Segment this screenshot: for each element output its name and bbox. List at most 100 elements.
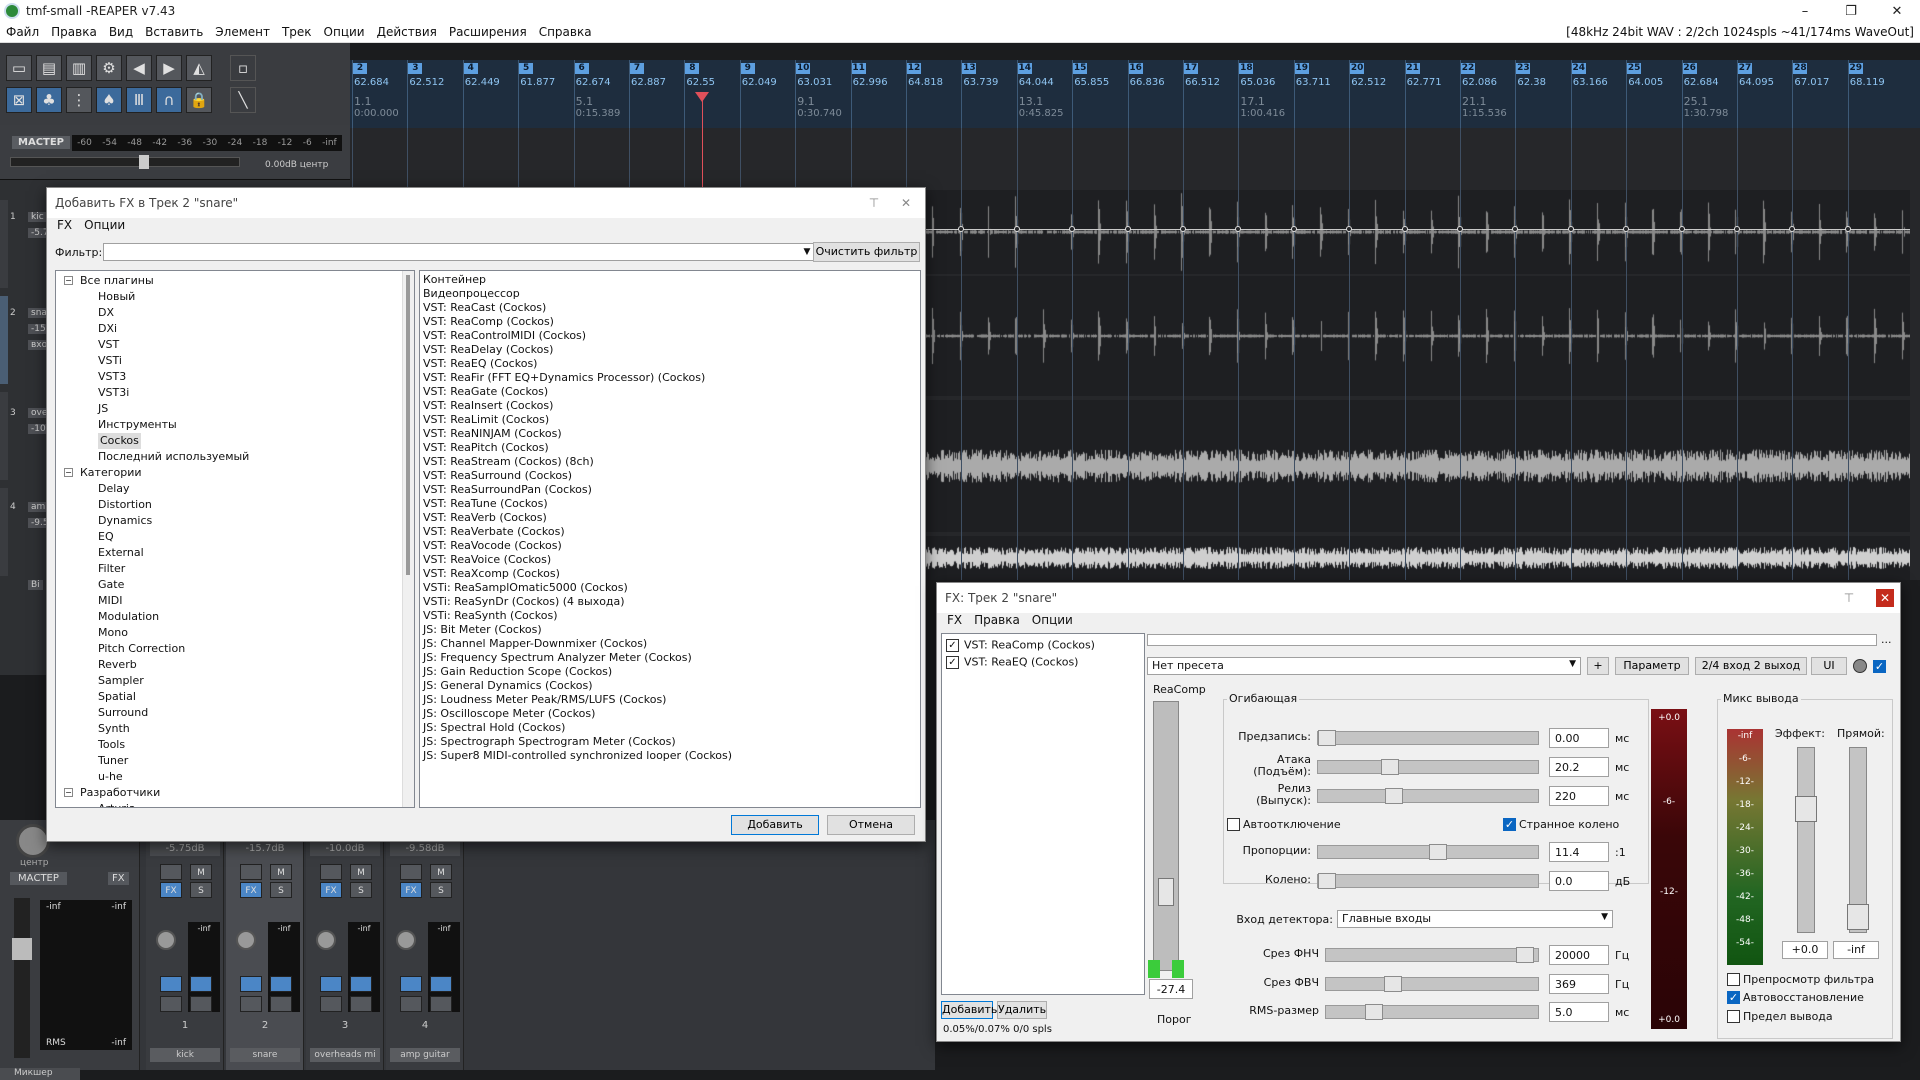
envelope-point[interactable] [1567, 226, 1574, 232]
tree-item[interactable]: VST [98, 337, 119, 353]
preview-filter-checkbox[interactable] [1727, 973, 1740, 986]
plugin-list-item[interactable]: JS: Bit Meter (Cockos) [423, 623, 917, 637]
envelope-point[interactable] [1013, 226, 1020, 232]
strip-monitor-icon[interactable] [190, 976, 212, 992]
strip-solo-button[interactable]: S [350, 882, 372, 898]
envelope-point[interactable] [1401, 226, 1408, 232]
strip-fx-button[interactable]: FX [240, 882, 262, 898]
plugin-list-item[interactable]: JS: Super8 MIDI-controlled synchronized … [423, 749, 917, 763]
envelope-point[interactable] [1734, 226, 1740, 232]
tree-item[interactable]: Distortion [98, 497, 152, 513]
plugin-list-item[interactable]: VSTi: ReaSynth (Cockos) [423, 609, 917, 623]
plugin-list-item[interactable]: VST: ReaFir (FFT EQ+Dynamics Processor) … [423, 371, 917, 385]
tempo-marker[interactable]: 62.449 [465, 77, 500, 88]
bar-number[interactable]: 27 [1738, 63, 1752, 74]
filter-input[interactable] [103, 243, 817, 261]
bar-number[interactable]: 21 [1405, 63, 1420, 74]
fx-remove-button[interactable]: Удалить [997, 1001, 1047, 1019]
grid-lines-icon[interactable]: ⋮ [66, 87, 92, 113]
strip-record-arm-icon[interactable] [270, 996, 292, 1012]
tree-collapse-icon[interactable]: − [64, 788, 73, 797]
tree-item[interactable]: Synth [98, 721, 130, 737]
tempo-marker[interactable]: 62.674 [576, 77, 611, 88]
plugin-list-item[interactable]: VST: ReaXcomp (Cockos) [423, 567, 917, 581]
bar-number[interactable]: 9 [740, 63, 755, 74]
plugin-list-item[interactable]: JS: Channel Mapper-Downmixer (Cockos) [423, 637, 917, 651]
param-slider[interactable] [1325, 976, 1539, 992]
strip-routing-icon[interactable] [400, 996, 422, 1012]
fx-more-button[interactable]: ... [1881, 633, 1892, 646]
tree-item[interactable]: Последний используемый [98, 449, 249, 465]
plugin-list-item[interactable]: VST: ReaInsert (Cockos) [423, 399, 917, 413]
tempo-marker[interactable]: 67.017 [1794, 77, 1829, 88]
ripple-icon[interactable]: ♣ [36, 87, 62, 113]
tempo-marker[interactable]: 62.771 [1407, 77, 1442, 88]
param-slider[interactable] [1317, 759, 1539, 775]
strip-name[interactable]: amp guitar [390, 1048, 460, 1062]
strip-routing-icon[interactable] [320, 996, 342, 1012]
tempo-marker[interactable]: 63.739 [963, 77, 998, 88]
strip-pan-knob[interactable] [236, 930, 256, 950]
undo-icon[interactable]: ◀ [126, 55, 152, 81]
strip-monitor-icon[interactable] [350, 976, 372, 992]
param-value[interactable]: 20.2 [1549, 757, 1609, 777]
strip-pan-knob[interactable] [396, 930, 416, 950]
tempo-marker[interactable]: 62.996 [853, 77, 888, 88]
strip-envelope-icon[interactable] [320, 864, 342, 880]
tree-item[interactable]: Delay [98, 481, 130, 497]
tree-item[interactable]: VST3i [98, 385, 129, 401]
redo-icon[interactable]: ▶ [156, 55, 182, 81]
metronome-icon[interactable]: ◭ [186, 55, 212, 81]
bar-number[interactable]: 25 [1627, 63, 1642, 74]
ui-button[interactable]: UI [1811, 657, 1847, 675]
strip-solo-button[interactable]: S [190, 882, 212, 898]
strip-record-arm-icon[interactable] [350, 996, 372, 1012]
tree-item[interactable]: Категории [80, 465, 142, 481]
tree-item[interactable]: Modulation [98, 609, 159, 625]
tree-item[interactable]: Pitch Correction [98, 641, 185, 657]
tempo-marker[interactable]: 62.55 [686, 77, 715, 88]
param-slider[interactable] [1317, 730, 1539, 746]
tree-item[interactable]: Filter [98, 561, 125, 577]
tempo-marker[interactable]: 63.031 [797, 77, 832, 88]
tempo-marker[interactable]: 62.512 [1351, 77, 1386, 88]
plugin-list-item[interactable]: VST: ReaDelay (Cockos) [423, 343, 917, 357]
new-project-icon[interactable]: ▭ [6, 55, 32, 81]
strip-mute-button[interactable]: M [190, 864, 212, 880]
envelope-point[interactable] [1124, 226, 1131, 232]
tree-item[interactable]: EQ [98, 529, 114, 545]
bar-number[interactable]: 18 [1239, 63, 1254, 74]
tempo-marker[interactable]: 62.684 [1684, 77, 1719, 88]
tree-item[interactable]: Инструменты [98, 417, 177, 433]
tempo-marker[interactable]: 65.855 [1074, 77, 1109, 88]
param-slider[interactable] [1317, 788, 1539, 804]
envelope-point[interactable] [1457, 226, 1463, 232]
tempo-marker[interactable]: 64.818 [908, 77, 943, 88]
threshold-slider[interactable] [1148, 701, 1184, 978]
strip-input-icon[interactable] [160, 976, 182, 992]
bar-number[interactable]: 3 [408, 63, 423, 74]
master-pan-knob[interactable] [16, 824, 50, 858]
effect-level-value[interactable]: +0.0 [1782, 941, 1828, 959]
param-value[interactable]: 0.00 [1549, 728, 1609, 748]
settings-gear-icon[interactable]: ⚙ [96, 55, 122, 81]
fx-chain-item-checkbox[interactable]: ✓ [946, 638, 959, 652]
tree-item[interactable]: DXi [98, 321, 117, 337]
plugin-list-item[interactable]: VST: ReaCast (Cockos) [423, 301, 917, 315]
strip-volume[interactable]: -5.75dB [150, 842, 220, 856]
strip-pan-knob[interactable] [156, 930, 176, 950]
save-project-icon[interactable]: ▥ [66, 55, 92, 81]
strip-input-icon[interactable] [400, 976, 422, 992]
tree-item[interactable]: Dynamics [98, 513, 152, 529]
magnet-icon[interactable]: ∩ [156, 87, 182, 113]
tree-item[interactable]: Gate [98, 577, 124, 593]
open-project-icon[interactable]: ▤ [36, 55, 62, 81]
weird-knee-checkbox[interactable]: ✓ [1503, 818, 1516, 831]
bar-number[interactable]: 7 [630, 63, 644, 74]
param-value[interactable]: 20000 [1549, 945, 1609, 965]
auto-makeup-checkbox[interactable]: ✓ [1727, 991, 1740, 1004]
clear-filter-button[interactable]: Очистить фильтр [813, 242, 920, 262]
bar-number[interactable]: 16 [1128, 63, 1143, 74]
plugin-list-item[interactable]: JS: Oscilloscope Meter (Cockos) [423, 707, 917, 721]
fx-chain-item[interactable]: ✓ VST: ReaComp (Cockos) [946, 638, 1095, 654]
